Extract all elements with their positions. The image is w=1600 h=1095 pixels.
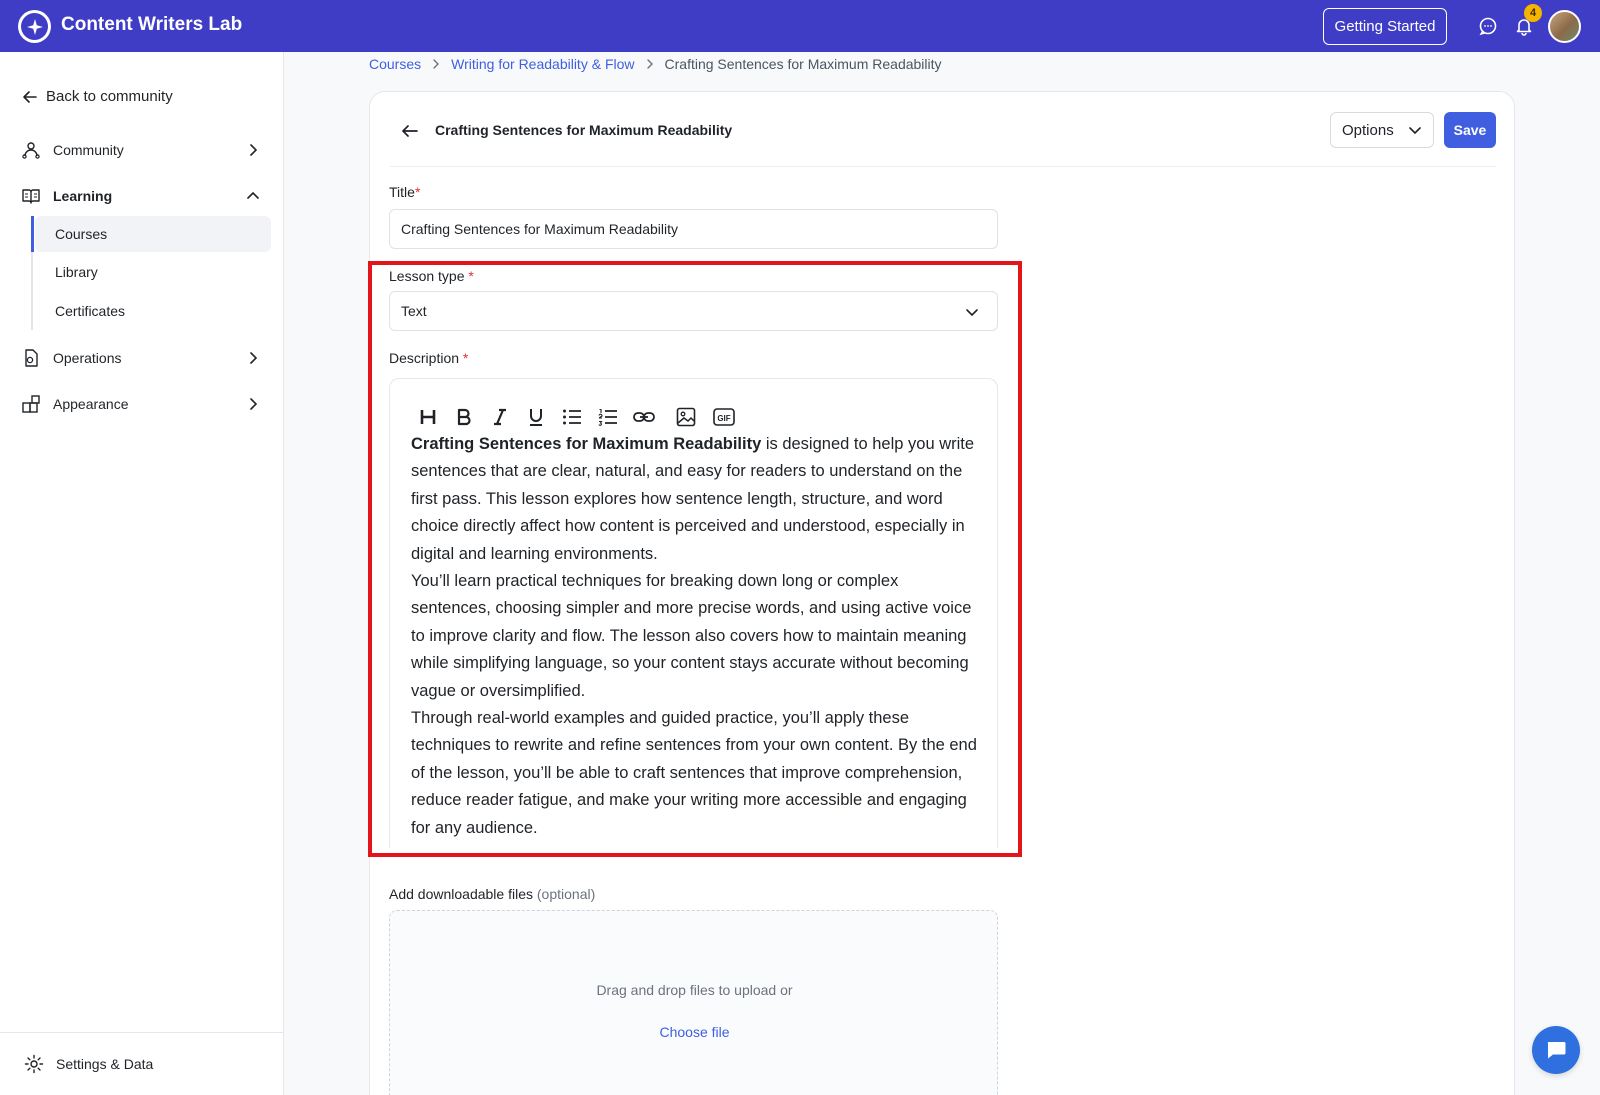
- lesson-editor-card: Crafting Sentences for Maximum Readabili…: [369, 91, 1515, 1095]
- arrow-left-icon: [23, 90, 37, 103]
- description-paragraph: You’ll learn practical techniques for br…: [411, 572, 972, 700]
- chevron-right-icon: [250, 144, 258, 156]
- editor-toolbar: GIF: [416, 405, 736, 429]
- lesson-type-label: Lesson type *: [389, 268, 474, 284]
- required-asterisk: *: [462, 350, 469, 366]
- breadcrumb-course[interactable]: Writing for Readability & Flow: [451, 56, 634, 72]
- lesson-type-value: Text: [401, 303, 427, 319]
- choose-file-link[interactable]: Choose file: [390, 1024, 999, 1040]
- lesson-type-label-text: Lesson type: [389, 268, 465, 284]
- title-input-value: Crafting Sentences for Maximum Readabili…: [401, 221, 679, 237]
- book-icon: [20, 185, 42, 207]
- page-title: Crafting Sentences for Maximum Readabili…: [435, 122, 733, 138]
- sidebar-item-label: Learning: [53, 188, 113, 204]
- back-to-community-link[interactable]: Back to community: [22, 88, 173, 105]
- dropzone-text: Drag and drop files to upload or: [596, 982, 793, 998]
- arrow-left-icon[interactable]: [400, 121, 420, 141]
- sidebar-item-label: Operations: [53, 350, 122, 366]
- sidebar: Back to community Community Learning Cou…: [0, 52, 284, 1095]
- breadcrumb-courses[interactable]: Courses: [369, 56, 421, 72]
- gear-icon: [24, 1054, 44, 1074]
- heading-icon[interactable]: [416, 405, 440, 429]
- app-logo-icon[interactable]: [18, 10, 51, 43]
- active-indicator: [31, 216, 34, 252]
- chat-icon: [1547, 1042, 1566, 1059]
- breadcrumb: Courses Writing for Readability & Flow C…: [369, 56, 942, 72]
- link-icon[interactable]: [632, 405, 656, 429]
- top-bar: Content Writers Lab Getting Started 4: [0, 0, 1600, 52]
- options-label: Options: [1342, 121, 1394, 139]
- description-label: Description *: [389, 350, 468, 366]
- description-label-text: Description: [389, 350, 460, 366]
- sparkle-icon: [21, 13, 48, 40]
- chevron-up-icon: [247, 191, 259, 199]
- options-dropdown[interactable]: Options: [1330, 112, 1434, 148]
- lesson-type-select[interactable]: Text: [389, 291, 998, 331]
- description-bold-lead: Crafting Sentences for Maximum Readabili…: [411, 435, 762, 453]
- chevron-right-icon: [644, 58, 656, 70]
- numbered-list-icon[interactable]: [596, 405, 620, 429]
- chevron-right-icon: [250, 398, 258, 410]
- sidebar-item-learning[interactable]: Learning: [20, 181, 265, 211]
- sidebar-subitem-certificates[interactable]: Certificates: [35, 293, 271, 329]
- getting-started-button[interactable]: Getting Started: [1323, 8, 1447, 45]
- description-paragraph: Crafting Sentences for Maximum Readabili…: [411, 431, 981, 568]
- chevron-down-icon: [966, 309, 978, 317]
- description-paragraph-text: is designed to help you write sentences …: [411, 435, 975, 563]
- description-editor[interactable]: GIF Crafting Sentences for Maximum Reada…: [389, 378, 998, 848]
- title-label-text: Title: [389, 184, 415, 200]
- chat-bubble-icon[interactable]: [1476, 14, 1500, 38]
- description-content[interactable]: Crafting Sentences for Maximum Readabili…: [411, 431, 981, 842]
- svg-text:GIF: GIF: [717, 414, 730, 423]
- file-dropzone[interactable]: Drag and drop files to upload or Choose …: [389, 910, 998, 1095]
- sidebar-item-operations[interactable]: Operations: [20, 343, 265, 373]
- title-input[interactable]: Crafting Sentences for Maximum Readabili…: [389, 209, 998, 249]
- chat-launcher-button[interactable]: [1532, 1026, 1580, 1074]
- sidebar-subitem-courses[interactable]: Courses: [35, 216, 271, 252]
- chevron-right-icon: [250, 352, 258, 364]
- files-optional-text: (optional): [536, 886, 596, 902]
- required-asterisk: *: [414, 184, 421, 200]
- back-to-community-label: Back to community: [46, 88, 173, 105]
- required-asterisk: *: [468, 268, 474, 284]
- avatar[interactable]: [1548, 10, 1581, 43]
- save-button[interactable]: Save: [1444, 112, 1496, 148]
- sidebar-item-label: Appearance: [53, 396, 129, 412]
- sidebar-item-community[interactable]: Community: [20, 135, 265, 165]
- notification-badge: 4: [1524, 4, 1542, 22]
- operations-icon: [20, 347, 42, 369]
- underline-icon[interactable]: [524, 405, 548, 429]
- settings-and-data-link[interactable]: Settings & Data: [0, 1032, 284, 1095]
- settings-label: Settings & Data: [56, 1056, 154, 1072]
- italic-icon[interactable]: [488, 405, 512, 429]
- sidebar-item-appearance[interactable]: Appearance: [20, 389, 265, 419]
- image-icon[interactable]: [674, 405, 698, 429]
- chevron-right-icon: [430, 58, 442, 70]
- divider: [390, 166, 1496, 167]
- sidebar-subitem-library[interactable]: Library: [35, 254, 271, 290]
- community-icon: [20, 139, 42, 161]
- bullet-list-icon[interactable]: [560, 405, 584, 429]
- gif-icon[interactable]: GIF: [712, 405, 736, 429]
- title-field-label: Title*: [389, 184, 420, 200]
- files-label-text: Add downloadable files: [389, 886, 533, 902]
- bold-icon[interactable]: [452, 405, 476, 429]
- appearance-icon: [20, 393, 42, 415]
- breadcrumb-current: Crafting Sentences for Maximum Readabili…: [664, 56, 942, 72]
- files-label: Add downloadable files (optional): [389, 886, 595, 902]
- app-title[interactable]: Content Writers Lab: [61, 14, 242, 36]
- description-paragraph: Through real-world examples and guided p…: [411, 709, 977, 837]
- chevron-down-icon: [1408, 127, 1421, 135]
- sidebar-item-label: Community: [53, 142, 124, 158]
